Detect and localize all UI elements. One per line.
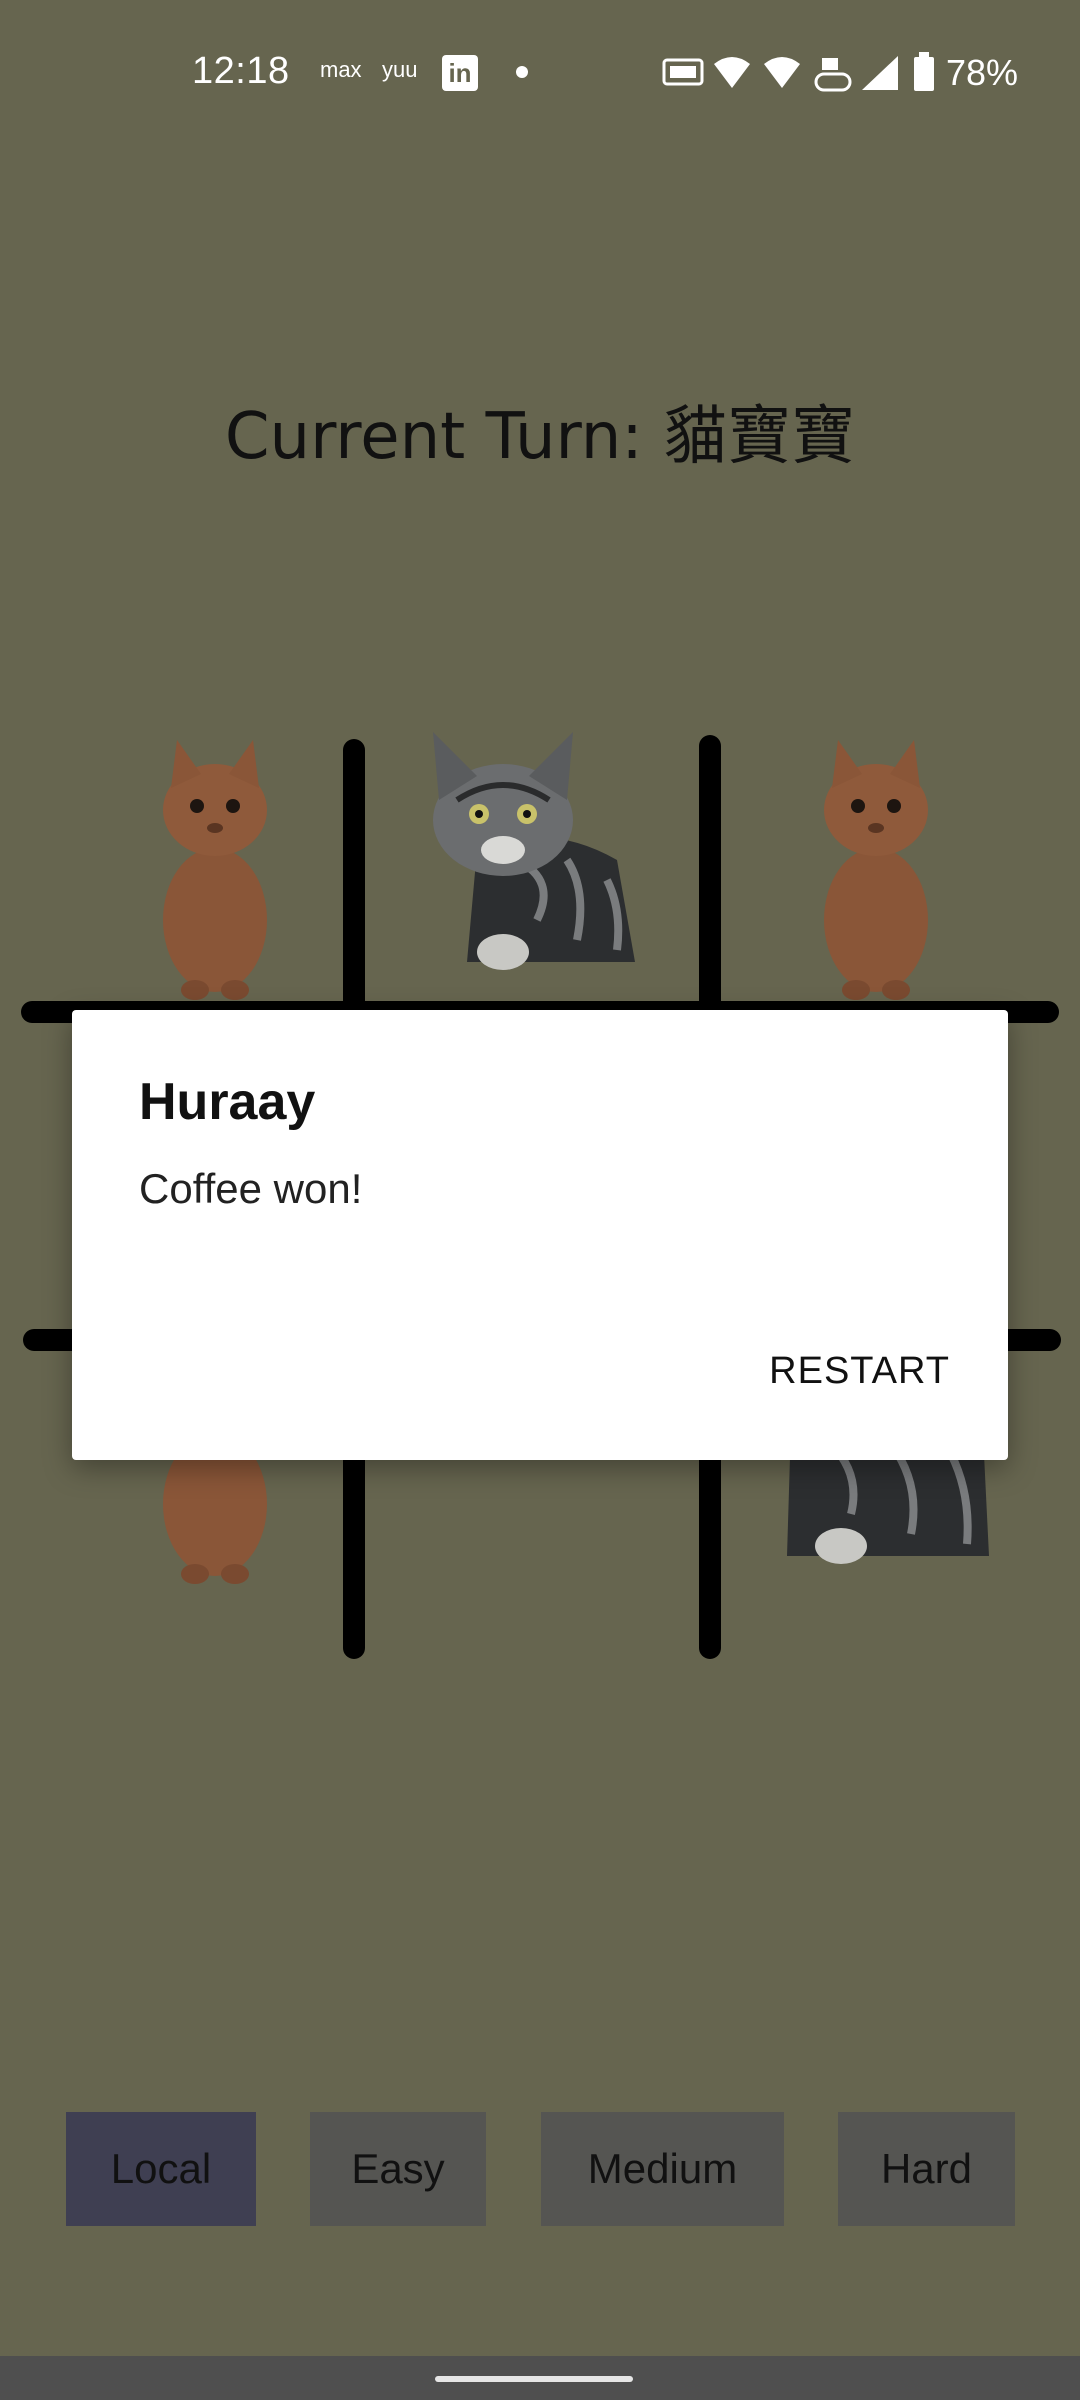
orange-cat-icon (824, 740, 928, 1000)
dialog-message: Coffee won! (139, 1165, 363, 1212)
home-gesture-handle[interactable] (435, 2376, 633, 2382)
tabby-cat-icon (433, 732, 635, 970)
winner-dialog: Huraay Coffee won! RESTART (72, 1010, 1008, 1460)
mode-medium-button[interactable]: Medium (541, 2112, 784, 2226)
mode-hard-button[interactable]: Hard (838, 2112, 1015, 2226)
restart-button[interactable]: RESTART (769, 1350, 950, 1393)
mode-easy-button[interactable]: Easy (310, 2112, 486, 2226)
board-cell-0-0[interactable] (45, 700, 385, 1000)
board-cell-0-2[interactable] (706, 700, 1046, 1000)
dialog-title: Huraay (139, 1073, 316, 1131)
mode-local-button[interactable]: Local (66, 2112, 256, 2226)
orange-cat-icon (163, 740, 267, 1000)
navigation-bar (0, 2356, 1080, 2400)
board-cell-0-1[interactable] (372, 690, 692, 990)
